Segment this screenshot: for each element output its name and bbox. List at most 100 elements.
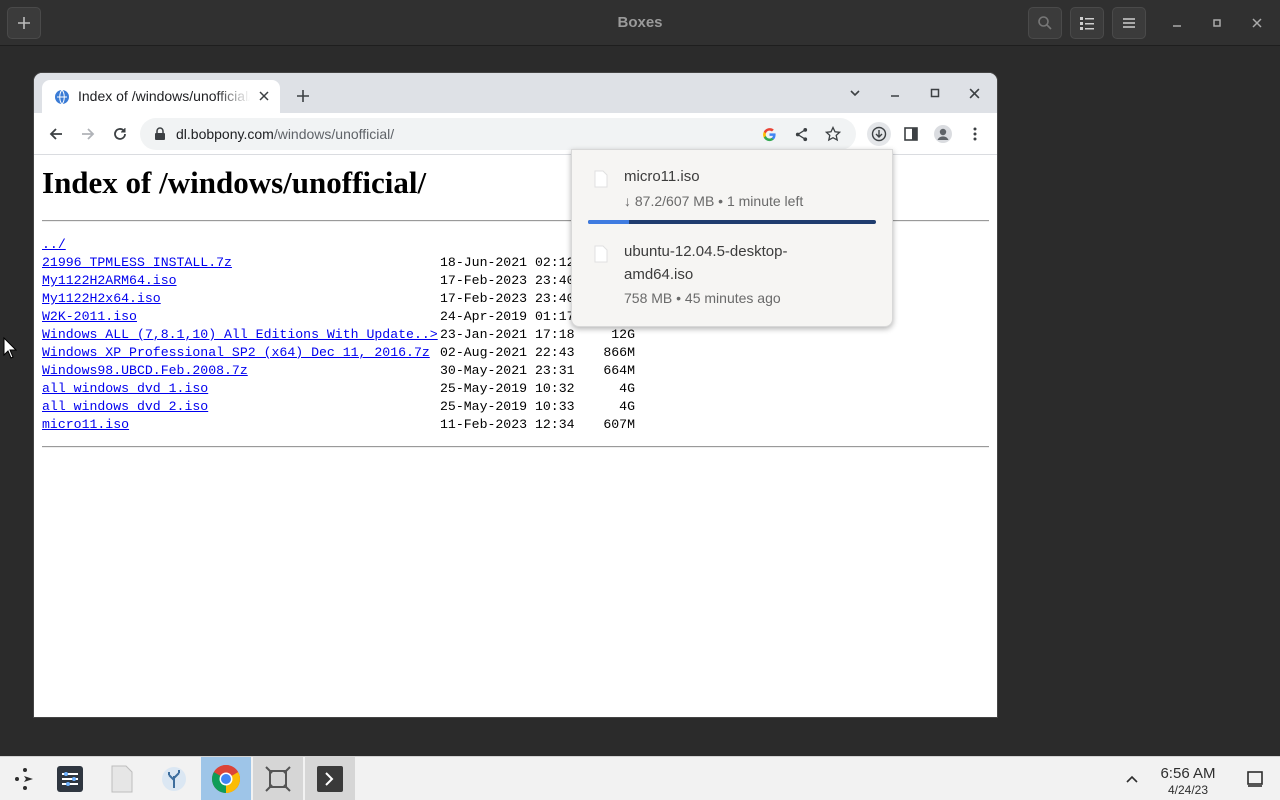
side-panel-button[interactable] (899, 122, 923, 146)
tab-active[interactable]: Index of /windows/unofficial/ (42, 80, 280, 113)
star-icon (825, 126, 841, 142)
file-size: 4G (619, 381, 635, 396)
kebab-menu-icon (973, 127, 977, 141)
file-link[interactable]: ../ (42, 237, 66, 252)
tab-close-button[interactable] (256, 88, 272, 104)
maximize-button[interactable] (1208, 14, 1226, 32)
url-host: dl.bobpony.com (176, 126, 274, 142)
back-button[interactable] (44, 122, 68, 146)
file-size: 664M (603, 363, 635, 378)
file-date: 30-May-2021 23:31 (440, 363, 575, 378)
file-date: 17-Feb-2023 23:40 (440, 273, 575, 288)
close-icon (969, 88, 979, 98)
file-date: 17-Feb-2023 23:40 (440, 291, 575, 306)
file-link[interactable]: My1122H2x64.iso (42, 291, 161, 306)
side-panel-icon (904, 127, 918, 141)
plus-icon (297, 90, 309, 102)
taskbar: 6:56 AM 4/24/23 (0, 756, 1280, 800)
chevron-up-icon (1126, 775, 1138, 783)
file-date: 25-May-2019 10:33 (440, 399, 575, 414)
clock-date: 4/24/23 (1167, 783, 1209, 797)
file-link[interactable]: all_windows_dvd_2.iso (42, 399, 208, 414)
app-launcher-button[interactable] (0, 757, 50, 800)
download-progress-bar (588, 220, 876, 224)
maximize-icon (1213, 19, 1221, 27)
google-icon (762, 127, 776, 141)
close-button[interactable] (1248, 14, 1266, 32)
tab-search-button[interactable] (846, 84, 864, 102)
browser-minimize-button[interactable] (886, 84, 904, 102)
share-button[interactable] (792, 125, 810, 143)
file-link[interactable]: 21996_TPMLESS_INSTALL.7z (42, 255, 232, 270)
forward-button[interactable] (76, 122, 100, 146)
address-bar[interactable]: dl.bobpony.com/windows/unofficial/ (140, 118, 856, 150)
arrow-left-icon (49, 128, 62, 140)
coral-app-icon (162, 767, 186, 791)
page-heading: Index of /windows/unofficial/ (42, 165, 427, 200)
taskbar-terminal-app[interactable] (305, 757, 355, 800)
google-lens-button[interactable] (760, 125, 778, 143)
taskbar-files-app[interactable] (97, 757, 147, 800)
arrow-right-icon (82, 128, 95, 140)
file-link[interactable]: My1122H2ARM64.iso (42, 273, 177, 288)
profile-button[interactable] (931, 122, 955, 146)
main-menu-button[interactable] (1112, 7, 1146, 39)
file-link[interactable]: micro11.iso (42, 417, 129, 432)
show-desktop-button[interactable] (1230, 757, 1280, 800)
minimize-icon (1173, 25, 1181, 27)
file-link[interactable]: W2K-2011.iso (42, 309, 137, 324)
boxes-app-icon (265, 766, 291, 792)
taskbar-clock[interactable]: 6:56 AM 4/24/23 (1148, 765, 1228, 797)
new-tab-button[interactable] (292, 85, 314, 107)
reload-icon (114, 128, 126, 140)
url-path: /windows/unofficial/ (273, 126, 395, 142)
file-link[interactable]: Windows98.UBCD.Feb.2008.7z (42, 363, 248, 378)
file-date: 23-Jan-2021 17:18 (440, 327, 575, 342)
file-date: 11-Feb-2023 12:34 (440, 417, 575, 432)
browser-close-button[interactable] (965, 84, 983, 102)
file-date: 24-Apr-2019 01:17 (440, 309, 575, 324)
taskbar-boxes-app[interactable] (253, 757, 303, 800)
file-link[interactable]: all_windows_dvd_1.iso (42, 381, 208, 396)
terminal-icon (317, 766, 343, 792)
close-icon (259, 91, 269, 101)
download-status: 758 MB • 45 minutes ago (624, 290, 781, 306)
file-size: 12G (611, 327, 635, 342)
file-icon (594, 245, 608, 263)
minimize-button[interactable] (1168, 14, 1186, 32)
search-button[interactable] (1028, 7, 1062, 39)
share-icon (795, 127, 807, 141)
file-link[interactable]: Windows_XP_Professional_SP2_(x64)_Dec_11… (42, 345, 430, 360)
file-manager-icon (111, 765, 133, 793)
hamburger-icon (1123, 18, 1135, 28)
divider-bottom (42, 446, 989, 448)
download-progress-fill (588, 220, 630, 224)
launcher-icon (15, 768, 33, 790)
downloads-button[interactable] (867, 122, 891, 146)
minimize-icon (891, 95, 899, 97)
downloads-bubble: micro11.iso ↓ 87.2/607 MB • 1 minute lef… (571, 149, 893, 327)
settings-app-icon (57, 766, 83, 792)
file-date: 18-Jun-2021 02:12 (440, 255, 575, 270)
browser-menu-button[interactable] (963, 122, 987, 146)
maximize-icon (930, 88, 940, 98)
url-text: dl.bobpony.com/windows/unofficial/ (176, 126, 394, 142)
search-icon (1038, 16, 1052, 30)
download-status: ↓ 87.2/607 MB • 1 minute left (624, 193, 804, 209)
file-icon (594, 170, 608, 188)
reload-button[interactable] (108, 122, 132, 146)
file-size: 866M (603, 345, 635, 360)
tab-strip: Index of /windows/unofficial/ (34, 73, 997, 113)
download-name-line1: ubuntu-12.04.5-desktop- (624, 243, 788, 260)
lock-icon (155, 127, 165, 140)
globe-icon (55, 89, 69, 105)
clock-time: 6:56 AM (1160, 765, 1216, 782)
bookmark-button[interactable] (824, 125, 842, 143)
list-view-button[interactable] (1070, 7, 1104, 39)
chrome-icon (212, 765, 240, 793)
taskbar-settings-app[interactable] (45, 757, 95, 800)
taskbar-discover-app[interactable] (149, 757, 199, 800)
browser-maximize-button[interactable] (926, 84, 944, 102)
taskbar-chrome-app[interactable] (201, 757, 251, 800)
file-link[interactable]: Windows_ALL_(7,8.1,10)_All_Editions_With… (42, 327, 438, 342)
